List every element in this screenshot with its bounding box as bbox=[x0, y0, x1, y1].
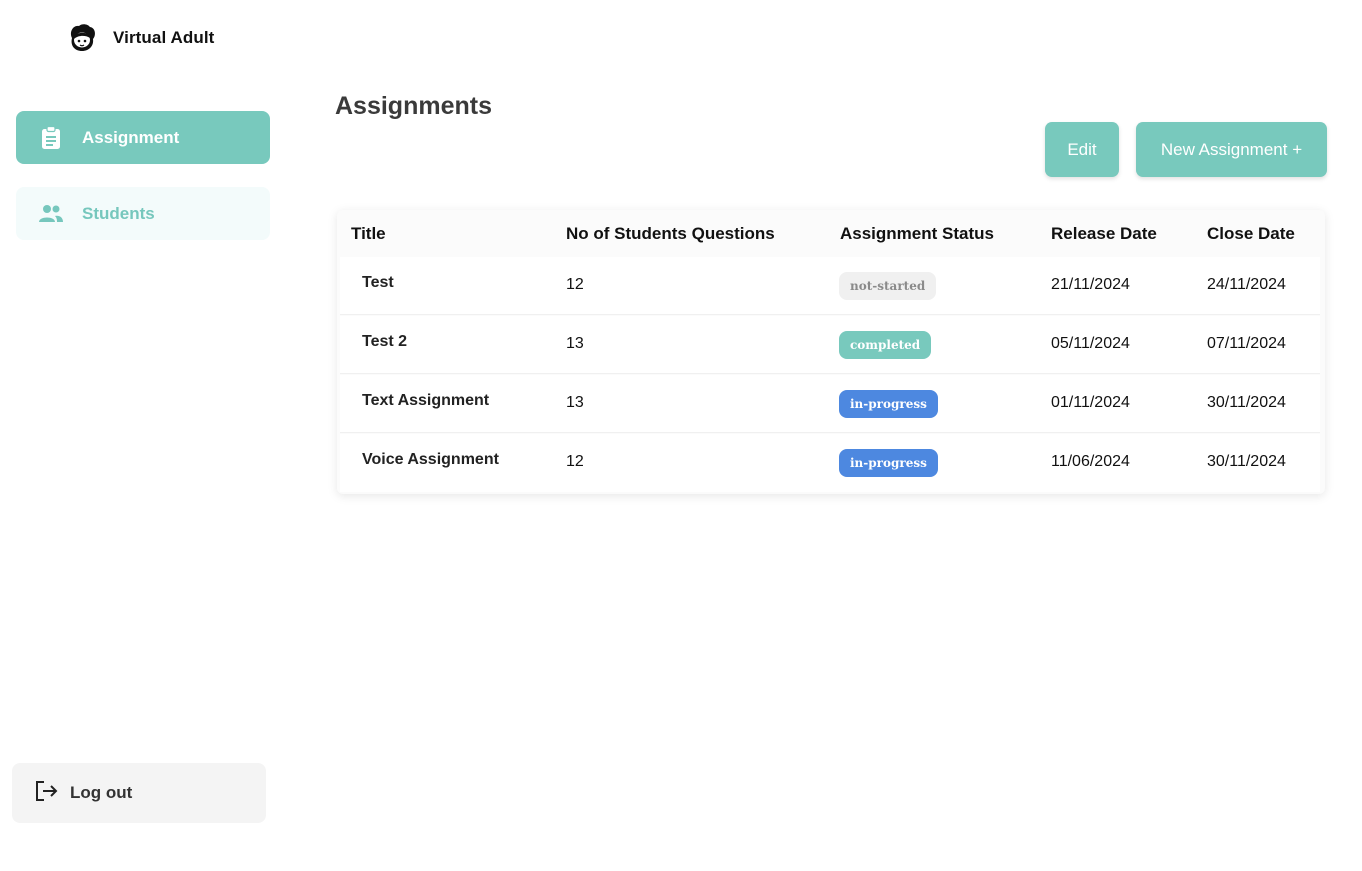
column-header-title[interactable]: Title bbox=[351, 224, 386, 244]
close-date: 07/11/2024 bbox=[1207, 335, 1286, 352]
release-date: 21/11/2024 bbox=[1051, 276, 1130, 293]
column-header-status[interactable]: Assignment Status bbox=[840, 224, 994, 244]
status-badge: in-progress bbox=[839, 449, 938, 477]
column-header-questions[interactable]: No of Students Questions bbox=[566, 224, 775, 244]
release-date: 05/11/2024 bbox=[1051, 335, 1130, 352]
release-date: 11/06/2024 bbox=[1051, 453, 1130, 470]
table-row[interactable]: Text Assignment 13 in-progress 01/11/202… bbox=[340, 375, 1320, 433]
question-count: 12 bbox=[566, 453, 584, 470]
new-assignment-button[interactable]: New Assignment + bbox=[1136, 122, 1327, 177]
question-count: 12 bbox=[566, 276, 584, 293]
assignment-title: Test 2 bbox=[362, 333, 408, 350]
app-name: Virtual Adult bbox=[113, 28, 215, 47]
question-count: 13 bbox=[566, 335, 584, 352]
assignment-title: Voice Assignment bbox=[362, 451, 499, 468]
close-date: 30/11/2024 bbox=[1207, 394, 1286, 411]
close-date: 24/11/2024 bbox=[1207, 276, 1286, 293]
column-header-release-date[interactable]: Release Date bbox=[1051, 224, 1157, 244]
table-header: Title No of Students Questions Assignmen… bbox=[337, 210, 1325, 256]
assignments-table: Title No of Students Questions Assignmen… bbox=[337, 210, 1325, 494]
logout-icon bbox=[34, 779, 60, 808]
column-header-close-date[interactable]: Close Date bbox=[1207, 224, 1295, 244]
page-title: Assignments bbox=[335, 92, 492, 120]
logout-button[interactable]: Log out bbox=[12, 763, 266, 823]
sidebar-item-label: Students bbox=[82, 203, 155, 223]
users-icon bbox=[38, 201, 64, 227]
clipboard-icon bbox=[38, 125, 64, 151]
sidebar-item-assignment[interactable]: Assignment bbox=[16, 111, 270, 164]
edit-button[interactable]: Edit bbox=[1045, 122, 1119, 177]
question-count: 13 bbox=[566, 394, 584, 411]
sidebar-item-students[interactable]: Students bbox=[16, 187, 270, 240]
sidebar-item-label: Assignment bbox=[82, 127, 180, 147]
logout-label: Log out bbox=[70, 783, 133, 802]
status-badge: in-progress bbox=[839, 390, 938, 418]
app-root: Virtual Adult Assignment Students Log ou… bbox=[0, 0, 1362, 871]
assignment-title: Test bbox=[362, 274, 394, 291]
status-badge: completed bbox=[839, 331, 932, 359]
table-row[interactable]: Voice Assignment 12 in-progress 11/06/20… bbox=[340, 434, 1320, 492]
assignment-title: Text Assignment bbox=[362, 392, 490, 409]
status-badge: not-started bbox=[839, 272, 937, 300]
table-row[interactable]: Test 2 13 completed 05/11/2024 07/11/202… bbox=[340, 316, 1320, 374]
close-date: 30/11/2024 bbox=[1207, 453, 1286, 470]
table-row[interactable]: Test 12 not-started 21/11/2024 24/11/202… bbox=[340, 257, 1320, 315]
app-logo[interactable]: Virtual Adult bbox=[66, 22, 214, 54]
avatar-logo-icon bbox=[66, 22, 98, 54]
release-date: 01/11/2024 bbox=[1051, 394, 1130, 411]
